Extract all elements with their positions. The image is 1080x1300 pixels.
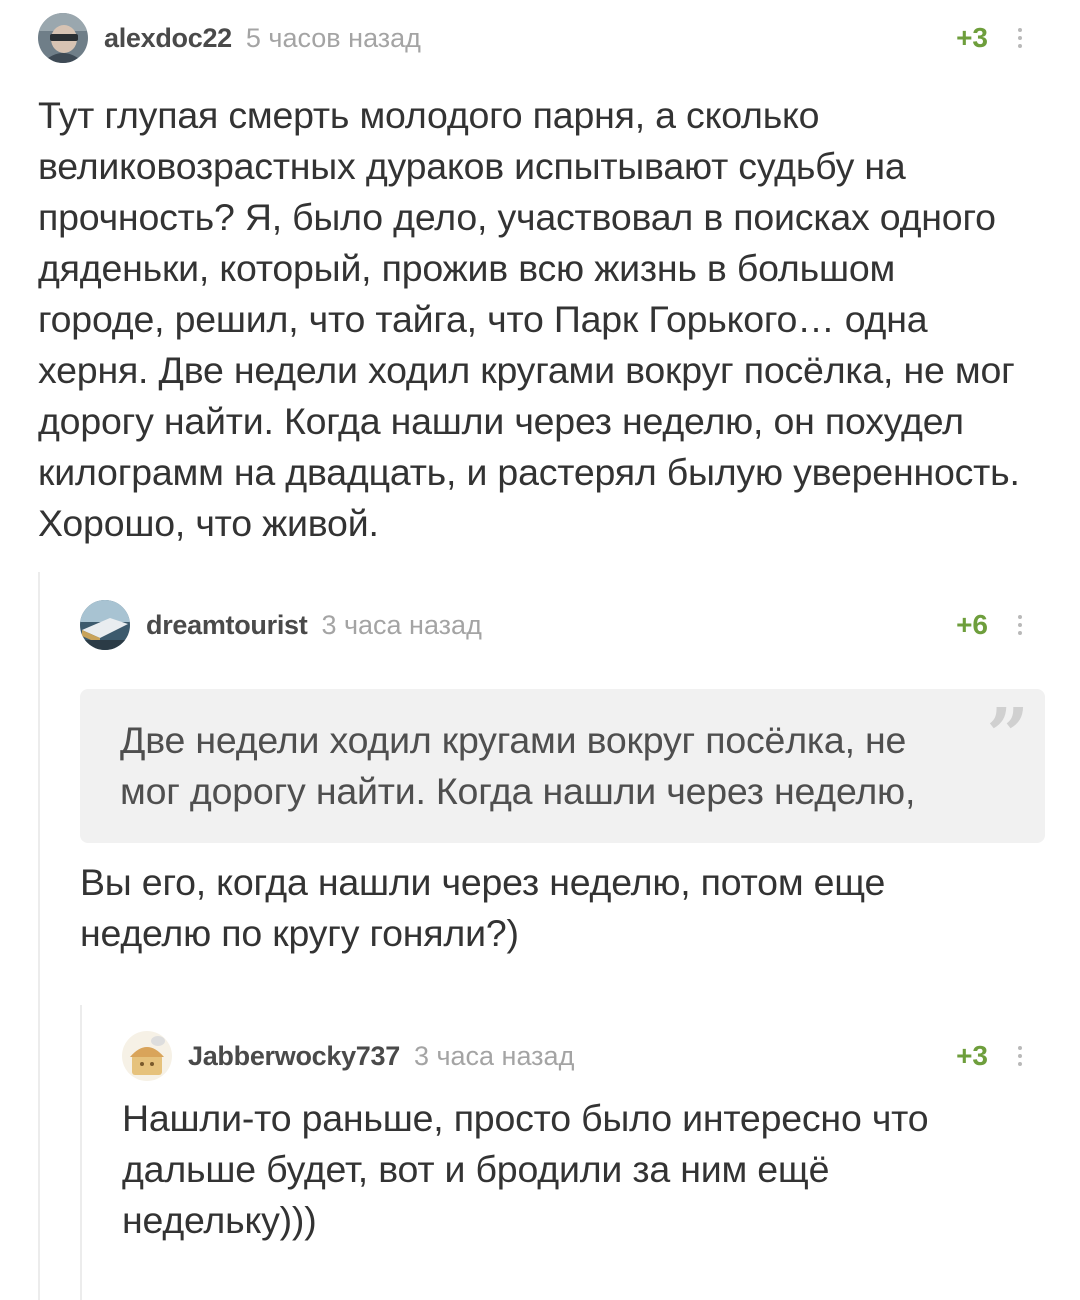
- more-options-icon[interactable]: [1008, 611, 1032, 641]
- quote-block: ” Две недели ходил кругами вокруг посёлк…: [80, 689, 1045, 843]
- username[interactable]: dreamtourist: [146, 610, 308, 641]
- rating: +6: [956, 609, 988, 640]
- comment: Jabberwocky737 3 часа назад +3 Нашли-то …: [122, 1031, 1040, 1246]
- comment: alexdoc22 5 часов назад +3 Тут глупая см…: [38, 13, 1040, 549]
- thread-line: [38, 572, 40, 1300]
- username[interactable]: alexdoc22: [104, 23, 232, 54]
- more-options-icon[interactable]: [1008, 24, 1032, 54]
- timestamp[interactable]: 3 часа назад: [321, 610, 481, 641]
- comment: dreamtourist 3 часа назад +6 ” Две недел…: [80, 600, 1045, 959]
- comment-text: Нашли-то раньше, просто было интересно ч…: [122, 1097, 929, 1241]
- quote-icon: ”: [986, 693, 1029, 779]
- rating: +3: [956, 22, 988, 53]
- quote-text: Две недели ходил кругами вокруг посёлка,…: [120, 719, 916, 812]
- rating: +3: [956, 1040, 988, 1071]
- more-options-icon[interactable]: [1008, 1042, 1032, 1072]
- avatar[interactable]: [122, 1031, 172, 1081]
- comment-header: Jabberwocky737 3 часа назад +3: [122, 1031, 1040, 1081]
- comment-text: Вы его, когда нашли через неделю, потом …: [80, 861, 886, 954]
- avatar[interactable]: [80, 600, 130, 650]
- comment-text: Тут глупая смерть молодого парня, а скол…: [38, 94, 1020, 544]
- timestamp[interactable]: 3 часа назад: [414, 1041, 574, 1072]
- timestamp[interactable]: 5 часов назад: [246, 23, 421, 54]
- avatar[interactable]: [38, 13, 88, 63]
- comment-header: dreamtourist 3 часа назад +6: [80, 600, 1040, 650]
- comment-header: alexdoc22 5 часов назад +3: [38, 13, 1040, 63]
- username[interactable]: Jabberwocky737: [188, 1041, 400, 1072]
- thread-line: [80, 1005, 82, 1300]
